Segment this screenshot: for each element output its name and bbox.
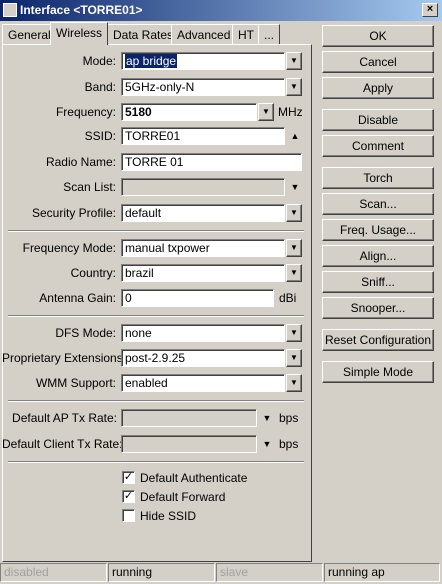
default-ap-tx-rate-field[interactable] (121, 409, 257, 427)
wmm-support-label: WMM Support: (35, 376, 116, 390)
hide-ssid-checkbox[interactable] (122, 509, 135, 522)
mode-value: ap bridge (125, 54, 178, 68)
snooper-button[interactable]: Snooper... (322, 297, 434, 319)
default-ap-tx-rate-label: Default AP Tx Rate: (12, 411, 117, 425)
sniff-button[interactable]: Sniff... (322, 271, 434, 293)
tab-wireless[interactable]: Wireless (50, 22, 109, 45)
default-forward-checkbox[interactable]: ✓ (122, 490, 135, 503)
scan-list-field[interactable] (121, 178, 285, 196)
default-authenticate-label: Default Authenticate (140, 471, 248, 485)
country-label: Country: (70, 266, 116, 280)
default-client-tx-rate-field[interactable] (121, 435, 257, 453)
torch-button[interactable]: Torch (322, 167, 434, 189)
dfs-mode-label: DFS Mode: (55, 326, 116, 340)
band-select[interactable]: 5GHz-only-N (121, 78, 285, 96)
security-profile-dropdown-icon[interactable]: ▼ (286, 204, 302, 222)
frequency-label: Frequency: (55, 105, 116, 119)
disable-button[interactable]: Disable (322, 109, 434, 131)
reset-configuration-button[interactable]: Reset Configuration (322, 329, 434, 351)
dfs-mode-dropdown-icon[interactable]: ▼ (286, 324, 302, 342)
cancel-button[interactable]: Cancel (322, 51, 434, 73)
mode-dropdown-icon[interactable]: ▼ (286, 52, 302, 70)
hide-ssid-label: Hide SSID (140, 509, 197, 523)
comment-button[interactable]: Comment (322, 135, 434, 157)
band-dropdown-icon[interactable]: ▼ (286, 78, 302, 96)
title-bar[interactable]: Interface <TORRE01> × (0, 0, 442, 21)
band-label: Band: (84, 80, 116, 94)
radio-name-label: Radio Name: (45, 155, 116, 169)
mode-select[interactable]: ap bridge (121, 52, 285, 70)
antenna-gain-label: Antenna Gain: (39, 291, 116, 305)
proprietary-extensions-select[interactable]: post-2.9.25 (121, 349, 285, 367)
wmm-support-dropdown-icon[interactable]: ▼ (286, 374, 302, 392)
default-client-tx-rate-label: Default Client Tx Rate: (2, 437, 123, 451)
tab-general[interactable]: General (2, 24, 57, 44)
frequency-mode-select[interactable]: manual txpower (121, 239, 285, 257)
app-icon (3, 3, 17, 17)
status-slave: slave (216, 563, 323, 582)
tab-more[interactable]: ... (258, 24, 281, 44)
default-ap-tx-rate-unit: bps (279, 411, 299, 425)
frequency-mode-dropdown-icon[interactable]: ▼ (286, 239, 302, 257)
mode-label: Mode: (82, 54, 116, 68)
status-disabled: disabled (0, 563, 107, 582)
separator (8, 461, 304, 463)
separator (8, 230, 304, 232)
country-dropdown-icon[interactable]: ▼ (286, 264, 302, 282)
default-authenticate-checkbox[interactable]: ✓ (122, 471, 135, 484)
close-window-button[interactable]: × (422, 3, 438, 17)
apply-button[interactable]: Apply (322, 77, 434, 99)
ssid-field[interactable]: TORRE01 (121, 127, 285, 145)
radio-name-field[interactable]: TORRE 01 (121, 153, 302, 171)
ok-button[interactable]: OK (322, 25, 434, 47)
window-title: Interface <TORRE01> (20, 3, 143, 17)
frequency-mode-label: Frequency Mode: (22, 241, 116, 255)
antenna-gain-field[interactable]: 0 (121, 289, 274, 307)
default-client-tx-rate-unit: bps (279, 437, 299, 451)
status-running-ap: running ap (324, 563, 440, 582)
default-ap-tx-rate-arrow-icon[interactable]: ▼ (260, 409, 274, 427)
default-client-tx-rate-arrow-icon[interactable]: ▼ (260, 435, 274, 453)
simple-mode-button[interactable]: Simple Mode (322, 361, 434, 383)
align-button[interactable]: Align... (322, 245, 434, 267)
frequency-unit: MHz (278, 105, 303, 119)
scan-list-label: Scan List: (63, 180, 116, 194)
proprietary-extensions-dropdown-icon[interactable]: ▼ (286, 349, 302, 367)
scan-button[interactable]: Scan... (322, 193, 434, 215)
separator (8, 315, 304, 317)
antenna-gain-unit: dBi (279, 291, 297, 305)
tab-data-rates[interactable]: Data Rates (107, 24, 180, 44)
frequency-dropdown-icon[interactable]: ▼ (258, 103, 274, 121)
security-profile-select[interactable]: default (121, 204, 285, 222)
tab-ht[interactable]: HT (232, 24, 260, 44)
scan-list-arrow-icon[interactable]: ▼ (288, 178, 302, 196)
frequency-field[interactable]: 5180 (121, 103, 257, 121)
country-select[interactable]: brazil (121, 264, 285, 282)
tab-advanced[interactable]: Advanced (171, 24, 237, 44)
default-forward-label: Default Forward (140, 490, 226, 504)
proprietary-extensions-label: Proprietary Extensions: (2, 351, 127, 365)
ssid-label: SSID: (84, 129, 116, 143)
security-profile-label: Security Profile: (31, 206, 116, 220)
status-running: running (108, 563, 215, 582)
freq-usage-button[interactable]: Freq. Usage... (322, 219, 434, 241)
wmm-support-select[interactable]: enabled (121, 374, 285, 392)
ssid-collapse-arrow-icon[interactable]: ▲ (288, 127, 302, 145)
dfs-mode-select[interactable]: none (121, 324, 285, 342)
separator (8, 400, 304, 402)
